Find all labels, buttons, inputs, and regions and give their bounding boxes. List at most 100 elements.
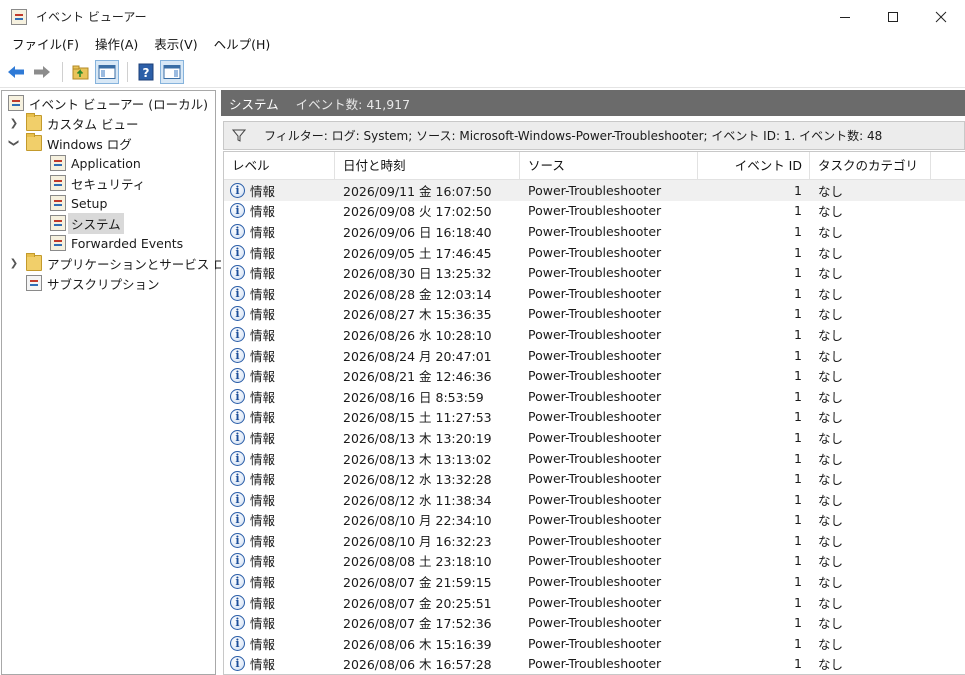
- information-icon: i: [230, 285, 245, 301]
- tree-item-security[interactable]: セキュリティ: [50, 173, 145, 193]
- column-header-task-category[interactable]: タスクのカテゴリ: [810, 152, 931, 180]
- information-icon: i: [230, 347, 245, 363]
- table-row[interactable]: i 情報 2026/09/11 金 16:07:50 Power-Troublesho…: [224, 180, 965, 201]
- information-icon: i: [230, 182, 245, 198]
- show-hide-action-pane-button[interactable]: [160, 60, 184, 84]
- table-row[interactable]: i 情報 2026/08/10 月 22:34:10 Power-Troublesho…: [224, 510, 965, 531]
- cell-datetime: 2026/08/06 木 16:57:28: [343, 657, 492, 673]
- cell-event-id: 1: [794, 491, 802, 507]
- table-row[interactable]: i 情報 2026/08/12 水 13:32:28 Power-Troublesho…: [224, 468, 965, 489]
- table-row[interactable]: i 情報 2026/09/05 土 17:46:45 Power-Troublesho…: [224, 242, 965, 263]
- level-text: 情報: [250, 451, 276, 467]
- table-row[interactable]: i 情報 2026/08/07 金 17:52:36 Power-Troublesho…: [224, 612, 965, 633]
- table-row[interactable]: i 情報 2026/08/15 土 11:27:53 Power-Troublesho…: [224, 407, 965, 428]
- forward-button[interactable]: [30, 60, 54, 84]
- level-text: 情報: [250, 307, 276, 323]
- table-row[interactable]: i 情報 2026/08/06 木 15:16:39 Power-Troublesho…: [224, 633, 965, 654]
- cell-task-category: なし: [818, 224, 844, 240]
- cell-level: i 情報: [224, 201, 335, 220]
- folder-icon: [26, 113, 42, 131]
- maximize-button[interactable]: [869, 0, 917, 33]
- cell-source: Power-Troubleshooter: [528, 388, 662, 404]
- information-icon: i: [230, 265, 245, 281]
- menu-view[interactable]: 表示(V): [146, 33, 205, 57]
- cell-task-category: なし: [818, 513, 844, 529]
- table-row[interactable]: i 情報 2026/09/06 日 16:18:40 Power-Troublesho…: [224, 221, 965, 242]
- close-icon: [935, 11, 947, 22]
- cell-task-category: なし: [818, 616, 844, 632]
- table-row[interactable]: i 情報 2026/08/28 金 12:03:14 Power-Troublesho…: [224, 283, 965, 304]
- table-row[interactable]: i 情報 2026/08/30 日 13:25:32 Power-Troublesho…: [224, 262, 965, 283]
- back-button[interactable]: [4, 60, 28, 84]
- column-header-event-id[interactable]: イベント ID: [698, 152, 810, 180]
- cell-datetime: 2026/09/05 土 17:46:45: [343, 245, 492, 261]
- table-row[interactable]: i 情報 2026/08/08 土 23:18:10 Power-Troublesho…: [224, 551, 965, 572]
- cell-task-category: なし: [818, 657, 844, 673]
- minimize-button[interactable]: [821, 0, 869, 33]
- cell-level: i 情報: [224, 572, 335, 591]
- menu-action[interactable]: 操作(A): [87, 33, 146, 57]
- close-button[interactable]: [917, 0, 965, 33]
- tree-item-system[interactable]: システム: [50, 212, 124, 234]
- table-body: i 情報 2026/09/11 金 16:07:50 Power-Troublesho…: [224, 180, 965, 674]
- help-button[interactable]: ?: [134, 60, 158, 84]
- up-one-level-button[interactable]: [69, 60, 93, 84]
- cell-level: i 情報: [224, 366, 335, 385]
- chevron-right-icon[interactable]: ❯: [8, 253, 20, 273]
- table-row[interactable]: i 情報 2026/08/07 金 21:59:15 Power-Troublesho…: [224, 571, 965, 592]
- table-row[interactable]: i 情報 2026/08/13 木 13:20:19 Power-Troublesho…: [224, 427, 965, 448]
- tree-item-setup[interactable]: Setup: [50, 193, 107, 213]
- cell-datetime: 2026/08/12 水 13:32:28: [343, 472, 492, 488]
- cell-event-id: 1: [794, 429, 802, 445]
- table-row[interactable]: i 情報 2026/08/06 木 16:57:28 Power-Troublesho…: [224, 654, 965, 674]
- tree-item-windows-logs[interactable]: ❯ Windows ログ: [8, 133, 132, 153]
- tree-item-forwarded-events[interactable]: Forwarded Events: [50, 233, 183, 253]
- title-bar: イベント ビューアー: [0, 0, 965, 33]
- table-row[interactable]: i 情報 2026/08/27 木 15:36:35 Power-Troublesho…: [224, 304, 965, 325]
- column-header-source[interactable]: ソース: [520, 152, 698, 180]
- level-text: 情報: [250, 245, 276, 261]
- cell-datetime: 2026/08/21 金 12:46:36: [343, 369, 492, 385]
- column-header-datetime[interactable]: 日付と時刻: [335, 152, 520, 180]
- information-icon: i: [230, 553, 245, 569]
- tree-item-app-service-logs[interactable]: ❯ アプリケーションとサービス ログ: [8, 253, 238, 273]
- table-row[interactable]: i 情報 2026/08/12 水 11:38:34 Power-Troublesho…: [224, 489, 965, 510]
- information-icon: i: [230, 574, 245, 590]
- tree-item-custom-views[interactable]: ❯ カスタム ビュー: [8, 113, 138, 133]
- tree-item-root[interactable]: イベント ビューアー (ローカル): [8, 93, 208, 113]
- show-hide-console-tree-button[interactable]: [95, 60, 119, 84]
- level-text: 情報: [250, 430, 276, 446]
- tree-item-label: システム: [68, 212, 124, 234]
- tree-item-application[interactable]: Application: [50, 153, 141, 173]
- cell-event-id: 1: [794, 388, 802, 404]
- table-row[interactable]: i 情報 2026/09/08 火 17:02:50 Power-Troublesho…: [224, 201, 965, 222]
- chevron-down-icon[interactable]: ❯: [4, 137, 24, 149]
- table-row[interactable]: i 情報 2026/08/13 木 13:13:02 Power-Troublesho…: [224, 448, 965, 469]
- cell-level: i 情報: [224, 593, 335, 612]
- cell-datetime: 2026/08/08 土 23:18:10: [343, 554, 492, 570]
- tree-item-subscriptions[interactable]: サブスクリプション: [26, 273, 160, 293]
- cell-level: i 情報: [224, 325, 335, 344]
- menu-help[interactable]: ヘルプ(H): [206, 33, 279, 57]
- table-row[interactable]: i 情報 2026/08/10 月 16:32:23 Power-Troublesho…: [224, 530, 965, 551]
- tree-item-label: Windows ログ: [47, 136, 132, 152]
- cell-datetime: 2026/09/06 日 16:18:40: [343, 224, 492, 240]
- subscription-icon: [26, 275, 42, 291]
- cell-source: Power-Troubleshooter: [528, 656, 662, 672]
- table-row[interactable]: i 情報 2026/08/26 水 10:28:10 Power-Troublesho…: [224, 324, 965, 345]
- table-row[interactable]: i 情報 2026/08/07 金 20:25:51 Power-Troublesho…: [224, 592, 965, 613]
- cell-source: Power-Troubleshooter: [528, 223, 662, 239]
- cell-event-id: 1: [794, 635, 802, 651]
- table-row[interactable]: i 情報 2026/08/24 月 20:47:01 Power-Troublesho…: [224, 345, 965, 366]
- table-row[interactable]: i 情報 2026/08/21 金 12:46:36 Power-Troublesho…: [224, 365, 965, 386]
- tree-item-label: カスタム ビュー: [47, 116, 139, 132]
- column-header-level[interactable]: レベル: [224, 152, 335, 180]
- table-row[interactable]: i 情報 2026/08/16 日 8:53:59 Power-Troubleshoo…: [224, 386, 965, 407]
- menu-file[interactable]: ファイル(F): [4, 33, 87, 57]
- chevron-right-icon[interactable]: ❯: [8, 113, 20, 133]
- level-text: 情報: [250, 224, 276, 240]
- information-icon: i: [230, 244, 245, 260]
- event-viewer-app-icon: [11, 8, 27, 25]
- cell-event-id: 1: [794, 203, 802, 219]
- cell-level: i 情報: [224, 387, 335, 406]
